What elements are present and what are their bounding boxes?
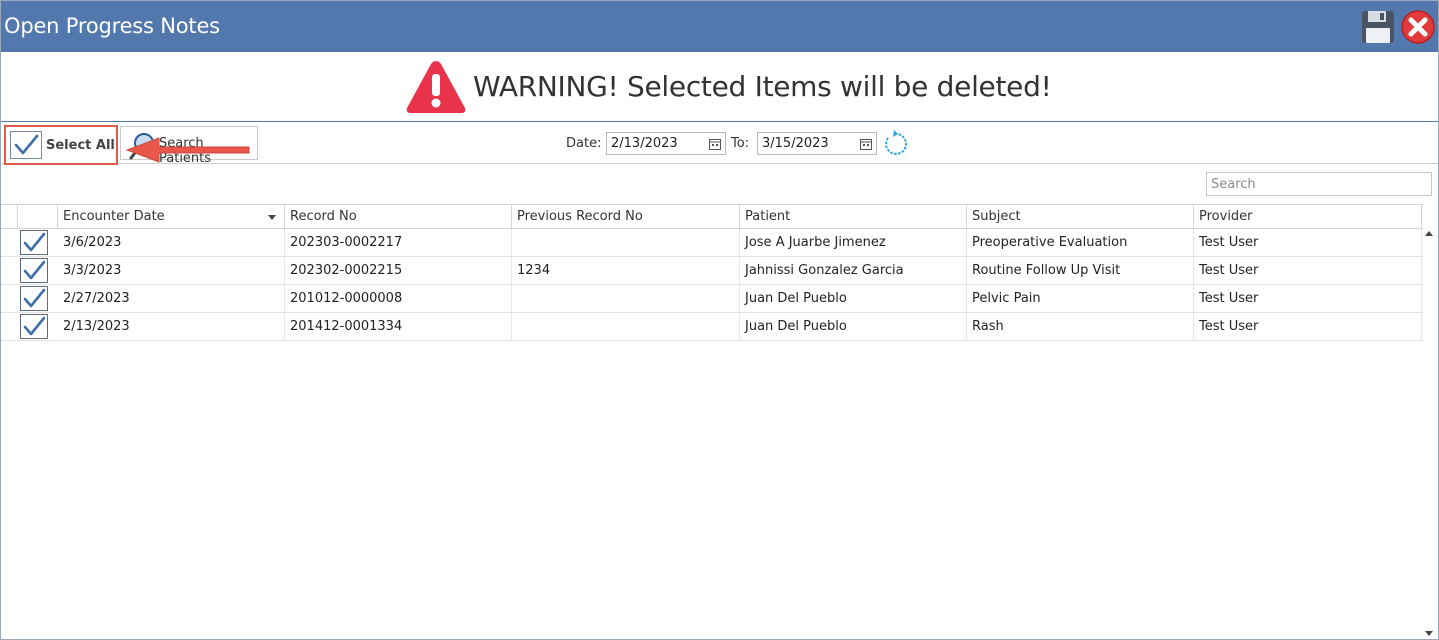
header-checkbox-column [18, 205, 58, 229]
select-all-button[interactable]: Select All [4, 125, 118, 165]
cell-subject: Preoperative Evaluation [967, 229, 1194, 256]
warning-triangle-icon [406, 61, 466, 113]
select-all-label: Select All [46, 138, 115, 153]
header-provider[interactable]: Provider [1194, 205, 1422, 229]
row-checkbox[interactable] [20, 258, 48, 283]
search-patients-label: Search Patients [159, 136, 212, 166]
cell-previous-record-no [512, 313, 740, 340]
table-row[interactable]: 3/6/2023 202303-0002217 Jose A Juarbe Ji… [1, 229, 1423, 257]
floppy-disk-icon [1362, 11, 1394, 43]
cell-record-no: 202303-0002217 [285, 229, 512, 256]
header-previous-record-no[interactable]: Previous Record No [512, 205, 740, 229]
cell-provider: Test User [1194, 285, 1422, 312]
checkmark-icon [23, 260, 46, 280]
header-patient[interactable]: Patient [740, 205, 967, 229]
toolbar: Select All Search Patients Date: 2/13/20… [1, 122, 1438, 166]
cell-previous-record-no [512, 285, 740, 312]
warning-text: WARNING! Selected Items will be deleted! [473, 70, 1052, 103]
cell-provider: Test User [1194, 229, 1422, 256]
save-button[interactable] [1360, 9, 1396, 45]
cell-previous-record-no [512, 229, 740, 256]
cell-patient: Jose A Juarbe Jimenez [740, 229, 967, 256]
cell-subject: Pelvic Pain [967, 285, 1194, 312]
cell-provider: Test User [1194, 257, 1422, 284]
table-row[interactable]: 2/13/2023 201412-0001334 Juan Del Pueblo… [1, 313, 1423, 341]
cell-record-no: 201012-0000008 [285, 285, 512, 312]
checkmark-icon [23, 288, 46, 308]
close-button[interactable] [1400, 9, 1436, 45]
notes-grid-area: Encounter Date Record No Previous Record… [1, 164, 1438, 639]
title-bar: Open Progress Notes [1, 1, 1438, 52]
open-progress-notes-window: Open Progress Notes WARNING! Selected It… [0, 0, 1439, 640]
sort-descending-icon [268, 215, 276, 220]
cell-record-no: 202302-0002215 [285, 257, 512, 284]
checkmark-icon [14, 134, 39, 155]
cell-subject: Routine Follow Up Visit [967, 257, 1194, 284]
red-close-icon [1401, 10, 1435, 44]
warning-banner: WARNING! Selected Items will be deleted! [1, 52, 1438, 122]
date-to-input[interactable]: 3/15/2023 [757, 132, 877, 155]
cell-patient: Jahnissi Gonzalez Garcia [740, 257, 967, 284]
cell-patient: Juan Del Pueblo [740, 285, 967, 312]
date-from-value: 2/13/2023 [611, 136, 678, 151]
checkmark-icon [23, 316, 46, 336]
date-label: Date: [566, 136, 602, 151]
cell-encounter-date: 3/6/2023 [58, 229, 285, 256]
vertical-scrollbar[interactable] [1422, 229, 1437, 639]
to-label: To: [731, 136, 750, 151]
select-all-checkbox[interactable] [10, 131, 42, 159]
window-title: Open Progress Notes [4, 14, 220, 38]
cell-patient: Juan Del Pueblo [740, 313, 967, 340]
calendar-icon[interactable] [709, 138, 721, 150]
grid-header: Encounter Date Record No Previous Record… [1, 204, 1423, 229]
header-record-no[interactable]: Record No [285, 205, 512, 229]
search-patients-button[interactable]: Search Patients [120, 126, 258, 166]
row-checkbox[interactable] [20, 314, 48, 339]
magnifier-icon [129, 133, 154, 160]
row-checkbox[interactable] [20, 230, 48, 255]
header-encounter-date[interactable]: Encounter Date [58, 205, 285, 229]
cell-encounter-date: 3/3/2023 [58, 257, 285, 284]
cell-subject: Rash [967, 313, 1194, 340]
grid-search-input[interactable] [1206, 172, 1432, 196]
header-label: Encounter Date [63, 209, 165, 224]
cell-previous-record-no: 1234 [512, 257, 740, 284]
date-from-input[interactable]: 2/13/2023 [606, 132, 726, 155]
refresh-icon [885, 130, 907, 155]
cell-record-no: 201412-0001334 [285, 313, 512, 340]
scroll-down-icon[interactable] [1425, 631, 1433, 636]
cell-encounter-date: 2/13/2023 [58, 313, 285, 340]
table-row[interactable]: 3/3/2023 202302-0002215 1234 Jahnissi Go… [1, 257, 1423, 285]
table-row[interactable]: 2/27/2023 201012-0000008 Juan Del Pueblo… [1, 285, 1423, 313]
calendar-icon[interactable] [860, 138, 872, 150]
header-subject[interactable]: Subject [967, 205, 1194, 229]
refresh-button[interactable] [881, 130, 909, 158]
scroll-up-icon[interactable] [1425, 231, 1433, 236]
date-to-value: 3/15/2023 [762, 136, 829, 151]
cell-encounter-date: 2/27/2023 [58, 285, 285, 312]
header-indicator [1, 205, 18, 229]
checkmark-icon [23, 232, 46, 252]
cell-provider: Test User [1194, 313, 1422, 340]
row-checkbox[interactable] [20, 286, 48, 311]
